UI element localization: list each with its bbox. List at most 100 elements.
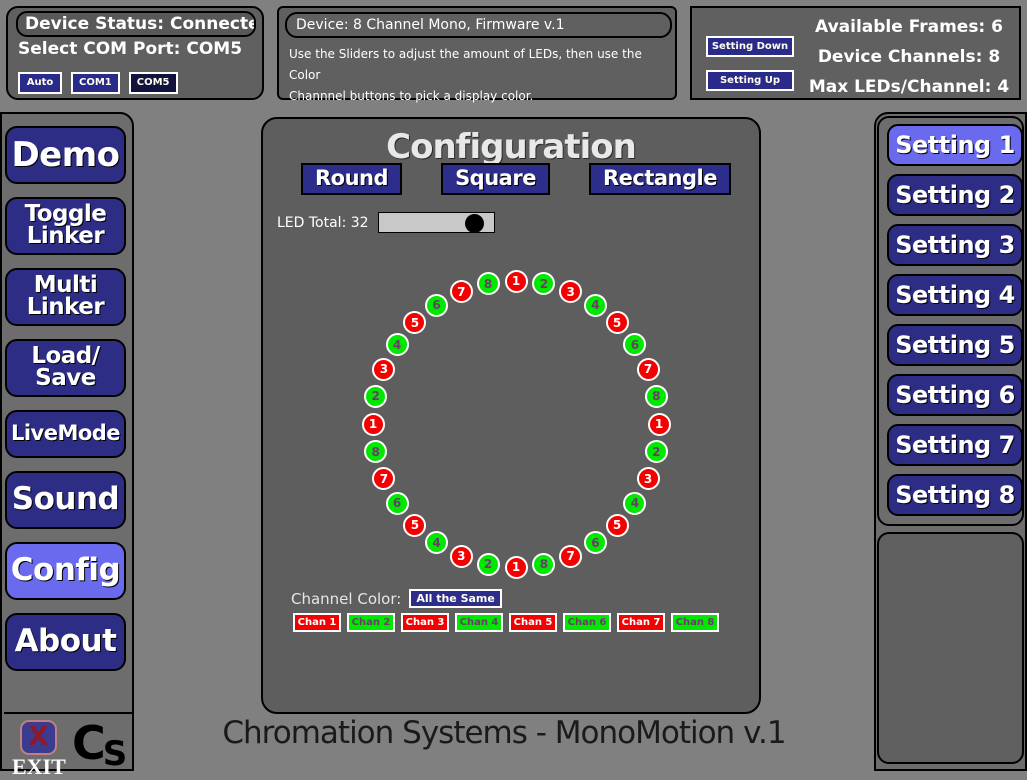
led-indicator[interactable]: 4 xyxy=(385,333,409,357)
channel-color-button-8[interactable]: Chan 8 xyxy=(671,613,719,632)
all-the-same-button[interactable]: All the Same xyxy=(409,589,502,608)
led-indicator[interactable]: 4 xyxy=(425,531,449,555)
sidebar-item-label: Sound xyxy=(11,481,120,518)
com-port-buttons: Auto COM1 COM5 xyxy=(18,72,178,94)
setting-button-6[interactable]: Setting 6 xyxy=(887,374,1023,416)
left-sidebar: Demo Toggle Linker Multi Linker Load/ Save L… xyxy=(0,112,134,779)
device-info-panel: Device: 8 Channel Mono, Firmware v.1 Use… xyxy=(277,6,677,103)
sidebar-item-load--save[interactable]: Load/ Save xyxy=(5,339,126,397)
application-window: Device Status: Connected Select COM Port… xyxy=(0,0,1027,779)
setting-button-8[interactable]: Setting 8 xyxy=(887,474,1023,516)
led-indicator[interactable]: 3 xyxy=(636,467,660,491)
channel-color-button-2[interactable]: Chan 2 xyxy=(347,613,395,632)
available-frames-value: Available Frames: 6 xyxy=(815,17,1003,37)
led-indicator[interactable]: 8 xyxy=(644,384,668,408)
channel-color-button-4[interactable]: Chan 4 xyxy=(455,613,503,632)
setting-button-1[interactable]: Setting 1 xyxy=(887,124,1023,166)
led-indicator[interactable]: 8 xyxy=(532,552,556,576)
logo-letter-s: S xyxy=(102,734,127,774)
com-port-button-com1[interactable]: COM1 xyxy=(71,72,120,94)
led-indicator[interactable]: 1 xyxy=(361,412,385,436)
led-indicator[interactable]: 7 xyxy=(372,467,396,491)
com-port-button-com5[interactable]: COM5 xyxy=(128,72,178,94)
device-status-title: Device Status: Connected xyxy=(16,11,256,37)
sidebar-item-sound[interactable]: Sound xyxy=(5,471,126,529)
max-leds-per-channel-value: Max LEDs/Channel: 4 xyxy=(808,77,1010,97)
settings-panel: Setting 1 Setting 2 Setting 3 Setting 4 Sett… xyxy=(877,116,1024,526)
led-indicator[interactable]: 2 xyxy=(532,272,556,296)
led-indicator[interactable]: 2 xyxy=(476,552,500,576)
shape-button-square[interactable]: Square xyxy=(441,163,550,195)
led-indicator[interactable]: 5 xyxy=(605,311,629,335)
shape-button-rectangle[interactable]: Rectangle xyxy=(588,163,731,195)
setting-down-button[interactable]: Setting Down xyxy=(706,36,794,57)
led-indicator[interactable]: 4 xyxy=(583,293,607,317)
sidebar-item-demo[interactable]: Demo xyxy=(5,126,126,184)
sidebar-item-toggle-linker[interactable]: Toggle Linker xyxy=(5,197,126,255)
com-port-button-auto[interactable]: Auto xyxy=(18,72,62,94)
setting-button-3[interactable]: Setting 3 xyxy=(887,224,1023,266)
channel-color-button-6[interactable]: Chan 6 xyxy=(563,613,611,632)
led-indicator[interactable]: 6 xyxy=(623,333,647,357)
logo-letter-c: C xyxy=(72,716,106,770)
sidebar-item-multi-linker[interactable]: Multi Linker xyxy=(5,268,126,326)
empty-preview-panel xyxy=(877,532,1024,764)
led-indicator[interactable]: 5 xyxy=(403,311,427,335)
sidebar-item-label: Config xyxy=(10,552,121,589)
sidebar-item-label: Multi Linker xyxy=(26,272,105,320)
led-total-slider-row: LED Total: 32 xyxy=(277,212,495,233)
device-help-text: Use the Sliders to adjust the amount of … xyxy=(289,44,669,107)
led-indicator[interactable]: 6 xyxy=(385,491,409,515)
page-title: Configuration xyxy=(386,127,637,167)
sidebar-item-label: LiveMode xyxy=(10,421,121,446)
led-indicator[interactable]: 7 xyxy=(559,544,583,568)
setting-button-2[interactable]: Setting 2 xyxy=(887,174,1023,216)
shape-button-round[interactable]: Round xyxy=(301,163,403,195)
setting-button-5[interactable]: Setting 5 xyxy=(887,324,1023,366)
channel-color-button-1[interactable]: Chan 1 xyxy=(293,613,341,632)
led-indicator[interactable]: 6 xyxy=(583,531,607,555)
channel-color-button-3[interactable]: Chan 3 xyxy=(401,613,449,632)
led-indicator[interactable]: 5 xyxy=(403,513,427,537)
led-indicator[interactable]: 7 xyxy=(449,280,473,304)
sidebar-item-livemode[interactable]: LiveMode xyxy=(5,410,126,458)
led-indicator[interactable]: 8 xyxy=(476,272,500,296)
led-total-slider[interactable] xyxy=(377,212,495,233)
setting-up-button[interactable]: Setting Up xyxy=(706,70,794,91)
com-port-label: Select COM Port: COM5 xyxy=(18,39,243,59)
led-indicator[interactable]: 3 xyxy=(559,280,583,304)
led-indicator[interactable]: 6 xyxy=(425,293,449,317)
sidebar-item-config[interactable]: Config xyxy=(5,542,126,600)
sidebar-item-label: Toggle Linker xyxy=(24,201,107,249)
led-total-label: LED Total: 32 xyxy=(277,214,369,231)
exit-icon[interactable]: X xyxy=(20,720,57,755)
led-indicator[interactable]: 2 xyxy=(364,384,388,408)
led-indicator[interactable]: 4 xyxy=(623,491,647,515)
configuration-panel: Configuration Round Square Rectangle LED T… xyxy=(261,117,761,714)
led-indicator[interactable]: 1 xyxy=(647,412,671,436)
led-indicator[interactable]: 1 xyxy=(504,555,528,579)
led-indicator[interactable]: 5 xyxy=(605,513,629,537)
sidebar-item-about[interactable]: About xyxy=(5,613,126,671)
setting-button-4[interactable]: Setting 4 xyxy=(887,274,1023,316)
sidebar-item-label: Demo xyxy=(11,134,120,175)
led-indicator[interactable]: 3 xyxy=(449,544,473,568)
exit-zone: X EXIT CS xyxy=(4,712,132,779)
exit-label: EXIT xyxy=(12,754,66,779)
device-channels-value: Device Channels: 8 xyxy=(817,47,1001,67)
channel-color-label: Channel Color: xyxy=(291,589,402,608)
sidebar-item-label: Load/ Save xyxy=(31,343,100,391)
slider-thumb[interactable] xyxy=(465,214,485,233)
led-indicator[interactable]: 2 xyxy=(644,440,668,464)
shape-button-group: Round Square Rectangle xyxy=(301,163,731,195)
channel-color-button-5[interactable]: Chan 5 xyxy=(509,613,557,632)
top-bar: Device Status: Connected Select COM Port… xyxy=(0,0,1027,107)
footer-title: Chromation Systems - MonoMotion v.1 xyxy=(222,715,786,751)
led-indicator[interactable]: 3 xyxy=(372,357,396,381)
channel-color-button-7[interactable]: Chan 7 xyxy=(617,613,665,632)
led-indicator[interactable]: 1 xyxy=(504,269,528,293)
device-help-line-1: Use the Sliders to adjust the amount of … xyxy=(289,47,642,82)
led-indicator[interactable]: 7 xyxy=(636,357,660,381)
led-indicator[interactable]: 8 xyxy=(364,440,388,464)
setting-button-7[interactable]: Setting 7 xyxy=(887,424,1023,466)
